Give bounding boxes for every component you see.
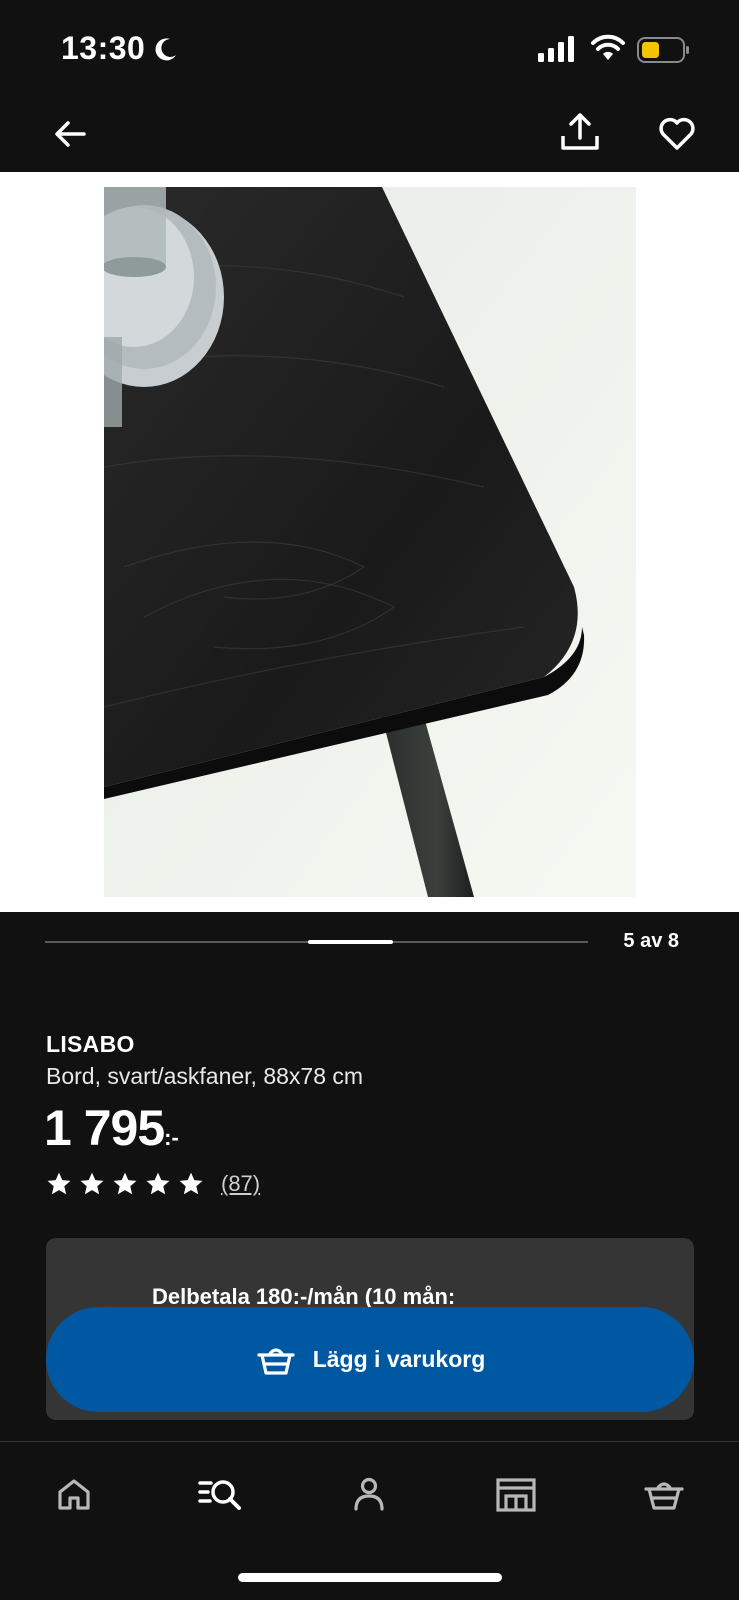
- share-icon[interactable]: [558, 110, 602, 154]
- moon-icon: [155, 38, 176, 61]
- product-price: 1 795:-: [44, 1099, 179, 1157]
- tab-profile[interactable]: [339, 1464, 399, 1524]
- store-icon: [496, 1478, 536, 1512]
- star-icon: [179, 1172, 203, 1195]
- image-carousel-indicator: 5 av 8: [0, 912, 739, 972]
- profile-icon: [354, 1477, 384, 1511]
- search-list-icon: [198, 1480, 241, 1510]
- tab-home[interactable]: [44, 1464, 104, 1524]
- home-indicator: [238, 1573, 502, 1582]
- carousel-progress-fill: [308, 940, 393, 944]
- price-suffix: :-: [164, 1125, 179, 1150]
- product-image-area[interactable]: [0, 172, 739, 912]
- heart-icon[interactable]: [656, 112, 698, 154]
- add-to-cart-button[interactable]: Lägg i varukorg: [46, 1307, 694, 1412]
- basket-icon: [644, 1482, 684, 1510]
- image-page-counter: 5 av 8: [623, 930, 679, 952]
- tab-search[interactable]: [191, 1464, 251, 1524]
- star-icon: [47, 1172, 71, 1195]
- cellular-signal-icon: [538, 36, 574, 62]
- star-icon: [146, 1172, 170, 1195]
- price-value: 1 795: [44, 1100, 165, 1156]
- review-count-link[interactable]: (87): [221, 1171, 260, 1197]
- top-nav-bar: [0, 100, 739, 172]
- add-to-cart-label: Lägg i varukorg: [312, 1346, 486, 1372]
- star-icon: [80, 1172, 104, 1195]
- arrow-left-icon[interactable]: [50, 114, 90, 154]
- star-icon: [113, 1172, 137, 1195]
- home-icon: [58, 1479, 90, 1510]
- bottom-tab-bar: [0, 1442, 739, 1552]
- battery-icon: [637, 37, 689, 63]
- tab-basket[interactable]: [634, 1464, 694, 1524]
- product-photo: [104, 187, 636, 897]
- product-rating[interactable]: (87): [46, 1171, 260, 1197]
- tab-store[interactable]: [486, 1464, 546, 1524]
- status-time: 13:30: [61, 30, 146, 66]
- status-bar: 13:30: [0, 0, 739, 100]
- shopping-basket-icon: [257, 1347, 295, 1375]
- product-description: Bord, svart/askfaner, 88x78 cm: [46, 1063, 364, 1089]
- product-name: LISABO: [46, 1031, 135, 1057]
- wifi-icon: [591, 34, 625, 60]
- carousel-progress-track: [45, 940, 588, 944]
